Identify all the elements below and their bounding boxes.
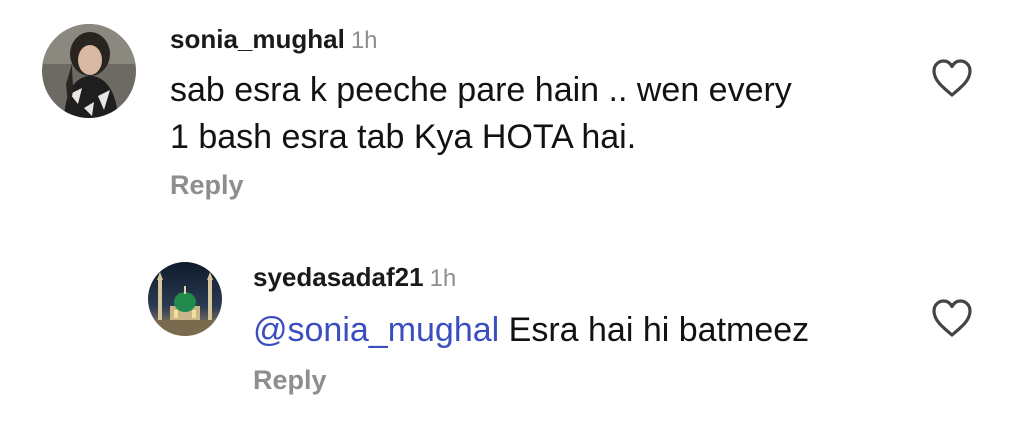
comment-text-line: sab esra k peeche pare hain .. wen every (170, 71, 792, 109)
timestamp: 1h (429, 265, 457, 292)
username[interactable]: syedasadaf21 (253, 262, 424, 292)
like-button[interactable] (930, 298, 974, 338)
reply-text: @sonia_mughal Esra hai hi batmeez (253, 307, 809, 354)
timestamp: 1h (350, 27, 378, 54)
username[interactable]: sonia_mughal (170, 24, 345, 54)
mention-link[interactable]: @sonia_mughal (253, 311, 499, 349)
avatar[interactable] (42, 24, 136, 118)
comment-header: sonia_mughal 1h (170, 26, 378, 53)
heart-outline-icon (932, 299, 972, 337)
comment-text-line: 1 bash esra tab Kya HOTA hai. (170, 118, 637, 156)
heart-outline-icon (932, 59, 972, 97)
comment-text: sab esra k peeche pare hain .. wen every… (170, 67, 792, 161)
reply-text-content: Esra hai hi batmeez (499, 311, 810, 349)
reply-button[interactable]: Reply (253, 367, 327, 394)
reply-button[interactable]: Reply (170, 172, 244, 199)
reply-header: syedasadaf21 1h (253, 264, 456, 291)
like-button[interactable] (930, 58, 974, 98)
avatar[interactable] (148, 262, 222, 336)
